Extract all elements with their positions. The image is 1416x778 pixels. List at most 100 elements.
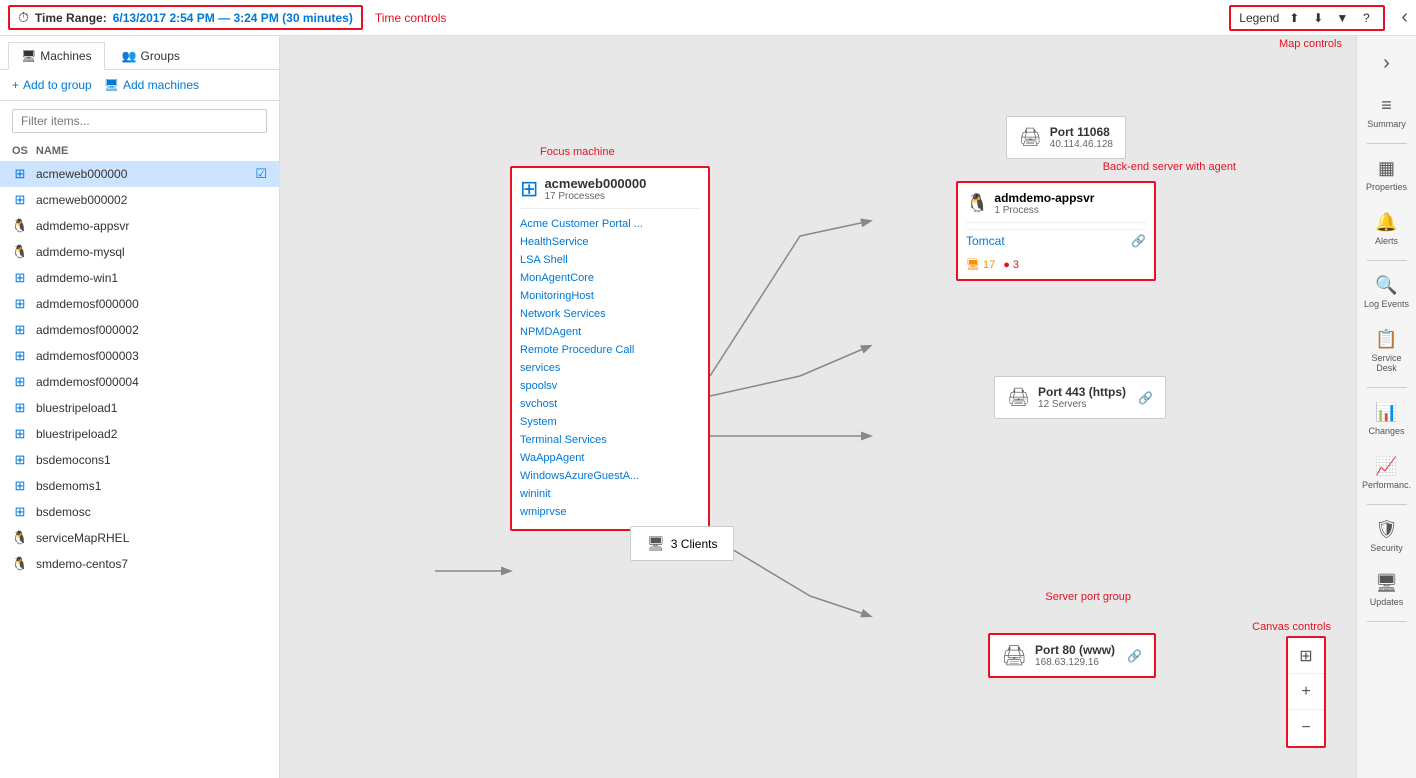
right-panel-label: Summary bbox=[1367, 119, 1406, 129]
process-item[interactable]: WindowsAzureGuestA... bbox=[520, 467, 700, 485]
machines-icon: 🖥 bbox=[21, 49, 36, 63]
windows-icon: ⊞ bbox=[12, 374, 28, 390]
port-icon-443: 🖨 bbox=[1007, 387, 1030, 408]
tomcat-name[interactable]: Tomcat bbox=[966, 234, 1125, 248]
right-panel-label: Service Desk bbox=[1361, 353, 1412, 373]
machine-item[interactable]: ⊞admdemosf000004 bbox=[0, 369, 279, 395]
right-panel-item-properties[interactable]: ▦Properties bbox=[1357, 150, 1416, 200]
machine-item[interactable]: 🐧 admdemo-mysql bbox=[0, 239, 279, 265]
process-item[interactable]: Network Services bbox=[520, 305, 700, 323]
map-area[interactable]: Focus machine Back-end server with agent… bbox=[280, 36, 1356, 778]
machine-item[interactable]: ⊞bsdemoms1 bbox=[0, 473, 279, 499]
machine-item[interactable]: ⊞admdemo-win1 bbox=[0, 265, 279, 291]
legend-area: Legend ⬆ ⬇ ▼ ? bbox=[1229, 5, 1385, 31]
right-panel-item-updates[interactable]: 🖥Updates bbox=[1357, 565, 1416, 615]
process-item[interactable]: wmiprvse bbox=[520, 503, 700, 521]
sidebar: 🖥 Machines 👥 Groups + Add to group 🖥 Add… bbox=[0, 36, 280, 778]
right-panel-item-summary[interactable]: ≡Summary bbox=[1357, 87, 1416, 137]
security-icon: 🛡 bbox=[1375, 519, 1398, 540]
windows-icon: ⊞ bbox=[12, 426, 28, 442]
linux-icon: 🐧 bbox=[12, 556, 28, 572]
list-header: OS NAME bbox=[0, 141, 279, 161]
focus-machine-sub: 17 Processes bbox=[544, 191, 646, 202]
performance-icon: 📈 bbox=[1375, 456, 1397, 477]
focus-machine-box: ⊞ acmeweb000000 17 Processes Acme Custom… bbox=[510, 166, 710, 531]
right-panel-item-performance[interactable]: 📈Performanc. bbox=[1357, 448, 1416, 498]
windows-icon: ⊞ bbox=[12, 400, 28, 416]
filter-input[interactable] bbox=[12, 109, 267, 133]
process-item[interactable]: wininit bbox=[520, 485, 700, 503]
close-icon[interactable]: ‹ bbox=[1401, 6, 1408, 29]
process-item[interactable]: MonAgentCore bbox=[520, 269, 700, 287]
legend-filter-icon[interactable]: ▼ bbox=[1333, 9, 1351, 27]
right-panel-item-changes[interactable]: 📊Changes bbox=[1357, 394, 1416, 444]
backend-name[interactable]: admdemo-appsvr bbox=[994, 191, 1094, 205]
machine-item[interactable]: ⊞acmeweb000000☑ bbox=[0, 161, 279, 187]
port-11068-box[interactable]: 🖨 Port 11068 40.114.46.128 bbox=[1006, 116, 1126, 159]
machine-item[interactable]: ⊞bsdemosc bbox=[0, 499, 279, 525]
app-container: ⏱ Time Range: 6/13/2017 2:54 PM — 3:24 P… bbox=[0, 0, 1416, 778]
process-item[interactable]: Terminal Services bbox=[520, 431, 700, 449]
process-item[interactable]: svchost bbox=[520, 395, 700, 413]
tab-groups[interactable]: 👥 Groups bbox=[109, 42, 193, 69]
time-range[interactable]: ⏱ Time Range: 6/13/2017 2:54 PM — 3:24 P… bbox=[8, 5, 363, 30]
tab-machines[interactable]: 🖥 Machines bbox=[8, 42, 105, 70]
machine-item[interactable]: 🐧serviceMapRHEL bbox=[0, 525, 279, 551]
machine-item[interactable]: ⊞admdemosf000000 bbox=[0, 291, 279, 317]
properties-icon: ▦ bbox=[1378, 158, 1395, 179]
process-item[interactable]: Acme Customer Portal ... bbox=[520, 215, 700, 233]
machine-name: admdemo-mysql bbox=[36, 245, 267, 259]
focus-machine-name[interactable]: acmeweb000000 bbox=[544, 176, 646, 191]
fit-view-button[interactable]: ⊞ bbox=[1288, 638, 1324, 674]
monitor-icon: 🖥 bbox=[966, 258, 980, 271]
legend-down-icon[interactable]: ⬇ bbox=[1309, 9, 1327, 27]
changes-icon: 📊 bbox=[1375, 402, 1397, 423]
machine-item[interactable]: ⊞acmeweb000002 bbox=[0, 187, 279, 213]
port-11068-name: Port 11068 bbox=[1050, 125, 1113, 139]
windows-icon: ⊞ bbox=[12, 348, 28, 364]
process-item[interactable]: NPMDAgent bbox=[520, 323, 700, 341]
port-443-name: Port 443 (https) bbox=[1038, 385, 1126, 399]
machine-item[interactable]: 🐧admdemo-appsvr bbox=[0, 213, 279, 239]
process-item[interactable]: MonitoringHost bbox=[520, 287, 700, 305]
time-range-value: 6/13/2017 2:54 PM — 3:24 PM (30 minutes) bbox=[113, 11, 353, 25]
legend-up-icon[interactable]: ⬆ bbox=[1285, 9, 1303, 27]
right-panel-item-alerts[interactable]: 🔔Alerts bbox=[1357, 204, 1416, 254]
machine-item[interactable]: ⊞ bluestripeload1 bbox=[0, 395, 279, 421]
canvas-controls: ⊞ + − bbox=[1286, 636, 1326, 748]
process-item[interactable]: services bbox=[520, 359, 700, 377]
windows-icon: ⊞ bbox=[12, 270, 28, 286]
machine-item[interactable]: 🐧smdemo-centos7 bbox=[0, 551, 279, 577]
process-item[interactable]: HealthService bbox=[520, 233, 700, 251]
time-controls-label: Time controls bbox=[375, 11, 447, 25]
legend-help-icon[interactable]: ? bbox=[1357, 9, 1375, 27]
process-item[interactable]: System bbox=[520, 413, 700, 431]
process-item[interactable]: WaAppAgent bbox=[520, 449, 700, 467]
backend-header: 🐧 admdemo-appsvr 1 Process bbox=[966, 191, 1146, 223]
badge-yellow: 🖥 17 bbox=[966, 258, 995, 271]
machine-item[interactable]: ⊞bsdemocons1 bbox=[0, 447, 279, 473]
process-item[interactable]: Remote Procedure Call bbox=[520, 341, 700, 359]
process-item[interactable]: spoolsv bbox=[520, 377, 700, 395]
server-port-group-box[interactable]: 🖨 Port 80 (www) 168.63.129.16 🔗 bbox=[988, 633, 1156, 678]
client-group-box[interactable]: 🖥 3 Clients bbox=[630, 526, 734, 561]
machine-name: bluestripeload1 bbox=[36, 401, 267, 415]
back-button[interactable]: › bbox=[1375, 44, 1398, 83]
add-machines-action[interactable]: 🖥 Add machines bbox=[104, 78, 199, 92]
right-panel-item-security[interactable]: 🛡Security bbox=[1357, 511, 1416, 561]
right-panel-label: Updates bbox=[1370, 597, 1404, 607]
zoom-out-button[interactable]: − bbox=[1288, 710, 1324, 746]
alert-dot-icon: ● bbox=[1003, 259, 1010, 271]
port-443-box[interactable]: 🖨 Port 443 (https) 12 Servers 🔗 bbox=[994, 376, 1166, 419]
zoom-in-button[interactable]: + bbox=[1288, 674, 1324, 710]
right-panel-item-service-desk[interactable]: 📋Service Desk bbox=[1357, 321, 1416, 381]
machine-item[interactable]: ⊞admdemosf000003 bbox=[0, 343, 279, 369]
right-panel-item-log-events[interactable]: 🔍Log Events bbox=[1357, 267, 1416, 317]
machine-item[interactable]: ⊞admdemosf000002 bbox=[0, 317, 279, 343]
machine-item[interactable]: ⊞bluestripeload2 bbox=[0, 421, 279, 447]
add-to-group-action[interactable]: + Add to group bbox=[12, 78, 92, 92]
badge-yellow-count: 17 bbox=[983, 259, 995, 271]
linux-icon: 🐧 bbox=[12, 244, 28, 260]
linux-icon: 🐧 bbox=[12, 530, 28, 546]
process-item[interactable]: LSA Shell bbox=[520, 251, 700, 269]
